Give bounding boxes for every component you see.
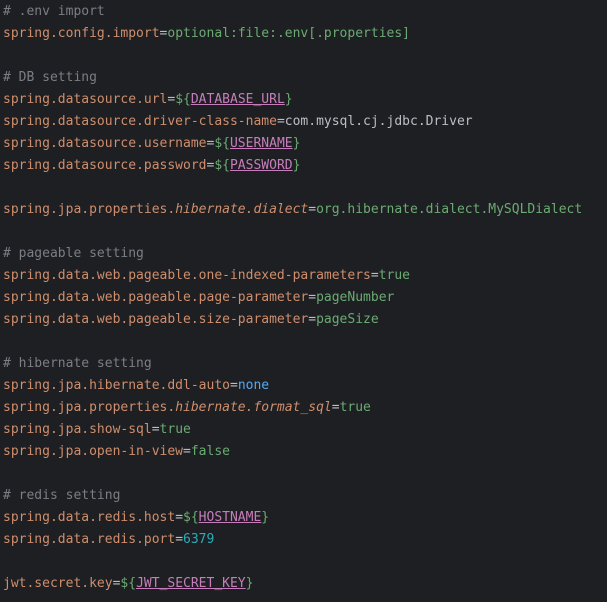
code-line[interactable]: spring.jpa.open-in-view=false xyxy=(0,441,607,463)
property-value: pageSize xyxy=(316,312,379,327)
property-key: spring.datasource.username xyxy=(3,136,207,151)
property-key: spring.jpa.hibernate.ddl-auto xyxy=(3,378,230,393)
property-key: spring.data.web.pageable.size-parameter xyxy=(3,312,309,327)
property-key: spring.data.redis.host xyxy=(3,510,176,525)
property-value: true xyxy=(378,268,410,283)
property-key: spring.jpa.properties. xyxy=(3,202,176,217)
code-line[interactable] xyxy=(0,551,607,573)
comment: # hibernate setting xyxy=(3,356,152,371)
assign-operator: = xyxy=(370,268,379,283)
env-variable-name: PASSWORD xyxy=(229,158,293,173)
property-key-italic: hibernate.format_sql xyxy=(175,400,332,415)
assign-operator: = xyxy=(308,312,317,327)
env-variable-delimiter: ${ xyxy=(214,136,230,151)
property-key: spring.jpa.open-in-view xyxy=(3,444,184,459)
env-variable-delimiter: ${ xyxy=(183,510,199,525)
property-key: spring.data.web.pageable.one-indexed-par… xyxy=(3,268,371,283)
assign-operator: = xyxy=(308,202,317,217)
property-value: optional:file:.env[.properties] xyxy=(167,26,411,41)
assign-operator: = xyxy=(151,422,160,437)
code-line[interactable] xyxy=(0,463,607,485)
code-line[interactable]: spring.datasource.username=${USERNAME} xyxy=(0,133,607,155)
comment: # redis setting xyxy=(3,488,121,503)
code-line[interactable]: # .env import xyxy=(0,1,607,23)
assign-operator: = xyxy=(308,290,317,305)
env-variable-delimiter: } xyxy=(284,92,293,107)
code-line[interactable]: spring.data.redis.port=6379 xyxy=(0,529,607,551)
env-variable-delimiter: ${ xyxy=(175,92,191,107)
property-value: false xyxy=(190,444,230,459)
code-line[interactable]: spring.data.web.pageable.size-parameter=… xyxy=(0,309,607,331)
comment: # .env import xyxy=(3,4,105,19)
property-key: spring.data.web.pageable.page-parameter xyxy=(3,290,309,305)
assign-operator: = xyxy=(331,400,340,415)
property-value: true xyxy=(159,422,191,437)
property-value: true xyxy=(339,400,371,415)
env-variable-delimiter: } xyxy=(245,576,254,591)
code-line[interactable]: # DB setting xyxy=(0,67,607,89)
env-variable-delimiter: } xyxy=(292,136,301,151)
code-editor[interactable]: # .env import spring.config.import=option… xyxy=(0,0,607,602)
assign-operator: = xyxy=(276,114,285,129)
code-line[interactable]: spring.data.web.pageable.one-indexed-par… xyxy=(0,265,607,287)
property-key: jwt.secret.key xyxy=(3,576,113,591)
assign-operator: = xyxy=(175,532,184,547)
property-key: spring.jpa.show-sql xyxy=(3,422,152,437)
code-line[interactable]: spring.jpa.properties.hibernate.dialect=… xyxy=(0,199,607,221)
code-line[interactable]: # pageable setting xyxy=(0,243,607,265)
code-line[interactable] xyxy=(0,331,607,353)
comment: # pageable setting xyxy=(3,246,144,261)
code-line[interactable] xyxy=(0,221,607,243)
code-line[interactable]: spring.datasource.url=${DATABASE_URL} xyxy=(0,89,607,111)
env-variable-delimiter: ${ xyxy=(214,158,230,173)
env-variable-name: DATABASE_URL xyxy=(190,92,285,107)
env-variable-delimiter: } xyxy=(292,158,301,173)
code-line[interactable]: spring.data.web.pageable.page-parameter=… xyxy=(0,287,607,309)
env-variable-name: JWT_SECRET_KEY xyxy=(136,576,246,591)
code-line[interactable]: # redis setting xyxy=(0,485,607,507)
code-line[interactable]: spring.data.redis.host=${HOSTNAME} xyxy=(0,507,607,529)
env-variable-delimiter: } xyxy=(261,510,270,525)
property-key: spring.datasource.password xyxy=(3,158,207,173)
property-key: spring.data.redis.port xyxy=(3,532,176,547)
code-line[interactable]: spring.jpa.show-sql=true xyxy=(0,419,607,441)
code-line[interactable]: jwt.secret.key=${JWT_SECRET_KEY} xyxy=(0,573,607,595)
code-line[interactable]: spring.jpa.hibernate.ddl-auto=none xyxy=(0,375,607,397)
property-value-plain: com.mysql.cj.jdbc.Driver xyxy=(284,114,473,129)
property-value-keyword: none xyxy=(237,378,270,393)
property-key: spring.config.import xyxy=(3,26,160,41)
code-line[interactable]: # hibernate setting xyxy=(0,353,607,375)
code-line[interactable]: spring.config.import=optional:file:.env[… xyxy=(0,23,607,45)
property-key: spring.datasource.driver-class-name xyxy=(3,114,277,129)
code-line[interactable]: spring.datasource.password=${PASSWORD} xyxy=(0,155,607,177)
code-line[interactable] xyxy=(0,177,607,199)
code-line[interactable] xyxy=(0,45,607,67)
property-value: org.hibernate.dialect.MySQLDialect xyxy=(316,202,583,217)
comment: # DB setting xyxy=(3,70,97,85)
property-value-number: 6379 xyxy=(183,532,215,547)
code-line[interactable]: spring.datasource.driver-class-name=com.… xyxy=(0,111,607,133)
property-key: spring.datasource.url xyxy=(3,92,168,107)
property-value: pageNumber xyxy=(316,290,395,305)
assign-operator: = xyxy=(183,444,191,459)
env-variable-delimiter: ${ xyxy=(120,576,137,591)
property-key-italic: hibernate.dialect xyxy=(175,202,309,217)
env-variable-name: HOSTNAME xyxy=(198,510,262,525)
assign-operator: = xyxy=(175,510,184,525)
env-variable-name: USERNAME xyxy=(229,136,293,151)
code-line[interactable]: spring.jpa.properties.hibernate.format_s… xyxy=(0,397,607,419)
property-key: spring.jpa.properties. xyxy=(3,400,176,415)
assign-operator: = xyxy=(229,378,238,393)
